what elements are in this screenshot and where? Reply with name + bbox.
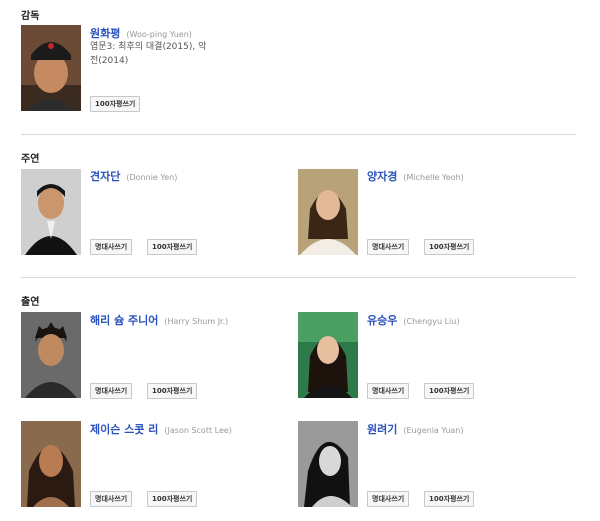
write-quote-button[interactable]: 명대사쓰기 [90, 491, 133, 507]
write-quote-button[interactable]: 명대사쓰기 [367, 239, 410, 255]
original-name: (Eugenia Yuan) [403, 426, 464, 435]
filmography: 엽문3: 최후의 대결(2015), 악 전(2014) [90, 42, 207, 66]
person-name-link[interactable]: 견자단 [90, 170, 120, 183]
person-name-line: 제이슨 스콧 리 (Jason Scott Lee) [90, 421, 232, 438]
write-quote-button[interactable]: 명대사쓰기 [367, 383, 410, 399]
original-name: (Woo-ping Yuen) [126, 30, 192, 39]
write-review-button[interactable]: 100자평쓰기 [147, 491, 198, 507]
lead-section-title: 주연 [21, 154, 40, 165]
write-review-button[interactable]: 100자평쓰기 [424, 383, 475, 399]
cast-section-title: 출연 [21, 297, 40, 308]
person-photo[interactable] [21, 421, 81, 507]
person-name-link[interactable]: 양자경 [367, 170, 397, 183]
write-review-button[interactable]: 100자평쓰기 [90, 96, 141, 112]
person-name-line: 유승우 (Chengyu Liu) [367, 312, 459, 329]
original-name: (Michelle Yeoh) [403, 173, 464, 182]
write-review-button[interactable]: 100자평쓰기 [147, 383, 198, 399]
original-name: (Donnie Yen) [126, 173, 178, 182]
person-name-link[interactable]: 원화평 [90, 27, 120, 40]
original-name: (Chengyu Liu) [403, 317, 460, 326]
write-review-button[interactable]: 100자평쓰기 [147, 239, 198, 255]
write-quote-button[interactable]: 명대사쓰기 [90, 383, 133, 399]
person-name-line: 해리 슘 주니어 (Harry Shum Jr.) [90, 312, 228, 329]
person-name-link[interactable]: 해리 슘 주니어 [90, 314, 158, 327]
person-name-link[interactable]: 유승우 [367, 314, 397, 327]
person-photo[interactable] [298, 421, 358, 507]
person-name-line: 견자단 (Donnie Yen) [90, 168, 177, 185]
person-photo[interactable] [21, 169, 81, 255]
person-name-link[interactable]: 원려기 [367, 423, 397, 436]
section-divider [21, 134, 576, 135]
director-photo[interactable] [21, 25, 81, 111]
write-quote-button[interactable]: 명대사쓰기 [90, 239, 133, 255]
original-name: (Jason Scott Lee) [164, 426, 232, 435]
person-photo[interactable] [298, 169, 358, 255]
director-section-title: 감독 [21, 11, 40, 22]
person-photo[interactable] [298, 312, 358, 398]
write-review-button[interactable]: 100자평쓰기 [424, 239, 475, 255]
person-name-link[interactable]: 제이슨 스콧 리 [90, 423, 158, 436]
person-photo[interactable] [21, 312, 81, 398]
write-quote-button[interactable]: 명대사쓰기 [367, 491, 410, 507]
original-name: (Harry Shum Jr.) [164, 317, 229, 326]
person-name-line: 원려기 (Eugenia Yuan) [367, 421, 464, 438]
section-divider [21, 277, 576, 278]
person-name-line: 양자경 (Michelle Yeoh) [367, 168, 464, 185]
write-review-button[interactable]: 100자평쓰기 [424, 491, 475, 507]
